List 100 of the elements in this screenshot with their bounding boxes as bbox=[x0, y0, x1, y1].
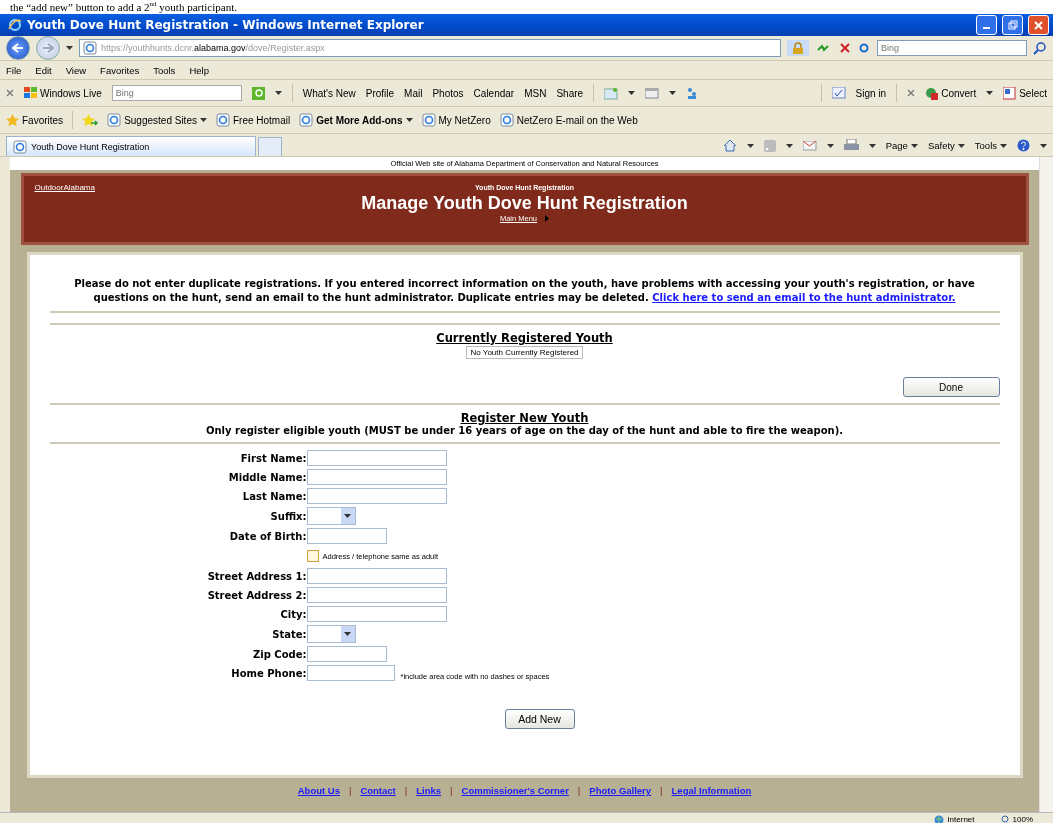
close-icon[interactable] bbox=[6, 89, 14, 97]
dropdown-caret-icon[interactable] bbox=[274, 91, 282, 95]
restore-button[interactable] bbox=[1002, 15, 1023, 35]
toolbar-link[interactable]: Share bbox=[556, 87, 584, 99]
windows-live-button[interactable]: Windows Live bbox=[24, 87, 102, 99]
toolbar-link[interactable]: Profile bbox=[365, 87, 395, 99]
footer-link[interactable]: Legal Information bbox=[671, 785, 752, 796]
add-favorite-icon[interactable] bbox=[82, 113, 99, 127]
mail-icon[interactable] bbox=[802, 140, 817, 151]
search-field[interactable]: Bing bbox=[877, 40, 1027, 56]
page-icon bbox=[83, 41, 97, 55]
padlock-icon bbox=[787, 40, 809, 56]
minimize-button[interactable] bbox=[976, 15, 997, 35]
search-field[interactable]: Bing bbox=[111, 85, 242, 101]
input-field[interactable] bbox=[306, 450, 447, 466]
input-field[interactable] bbox=[306, 488, 447, 504]
dropdown-caret-icon[interactable] bbox=[1000, 143, 1007, 148]
favorites-link[interactable]: Get More Add-ons bbox=[299, 113, 413, 127]
window-title: Youth Dove Hunt Registration - Windows Internet Explorer bbox=[27, 18, 425, 32]
dropdown-caret-icon[interactable] bbox=[405, 118, 413, 122]
input-field[interactable] bbox=[306, 528, 387, 544]
people-icon[interactable] bbox=[686, 86, 699, 100]
toolbar-link[interactable]: What's New bbox=[302, 87, 356, 99]
page-icon bbox=[299, 113, 314, 127]
dropdown-caret-icon[interactable] bbox=[986, 91, 994, 95]
back-button[interactable] bbox=[6, 36, 30, 60]
window-icon[interactable] bbox=[645, 87, 660, 99]
footer-link[interactable]: Photo Gallery bbox=[589, 785, 652, 796]
home-link[interactable]: OutdoorAlabama bbox=[34, 183, 95, 192]
email-link[interactable]: Click here to send an email to the hunt administrator. bbox=[652, 292, 956, 303]
dropdown-caret-icon[interactable] bbox=[344, 632, 351, 636]
dropdown-caret-icon[interactable] bbox=[628, 91, 636, 95]
dropdown-caret-icon[interactable] bbox=[344, 514, 351, 518]
checkmark-icon[interactable] bbox=[831, 87, 846, 99]
input-field[interactable] bbox=[306, 568, 447, 584]
printer-icon[interactable] bbox=[843, 139, 859, 152]
input-field[interactable] bbox=[306, 606, 447, 622]
menu-item[interactable]: View bbox=[65, 64, 87, 76]
scrollbar[interactable] bbox=[1039, 157, 1053, 812]
input-field[interactable] bbox=[306, 469, 447, 485]
favorites-link[interactable]: My NetZero bbox=[421, 113, 491, 127]
dropdown-caret-icon[interactable] bbox=[746, 143, 754, 148]
favorites-link[interactable]: NetZero E-mail on the Web bbox=[499, 113, 638, 127]
dropdown-caret-icon[interactable] bbox=[1040, 143, 1047, 148]
search-icon[interactable] bbox=[1033, 41, 1047, 55]
input-field[interactable] bbox=[306, 646, 387, 662]
zoom-level[interactable]: 100% bbox=[1000, 815, 1033, 823]
link-separator: | bbox=[404, 785, 408, 796]
home-icon[interactable] bbox=[722, 139, 737, 152]
toolbar-link[interactable]: MSN bbox=[524, 87, 547, 99]
menu-item[interactable]: Favorites bbox=[100, 64, 140, 76]
favorites-link[interactable]: Suggested Sites bbox=[107, 113, 207, 127]
triangle-icon bbox=[545, 215, 550, 222]
photo-icon[interactable] bbox=[604, 86, 619, 100]
selection-icon bbox=[1003, 86, 1017, 100]
menu-item[interactable]: Tools bbox=[153, 64, 176, 76]
toolbar-link[interactable]: Photos bbox=[432, 87, 464, 99]
toolbar-link[interactable]: Mail bbox=[404, 87, 423, 99]
convert-button[interactable]: Convert bbox=[925, 86, 977, 100]
footer-link[interactable]: Contact bbox=[360, 785, 396, 796]
input-field[interactable] bbox=[306, 665, 395, 681]
address-bar[interactable]: https://youthhunts.dcnr.alabama.gov/dove/Register.aspx bbox=[79, 39, 781, 57]
command-menu[interactable]: Safety bbox=[927, 140, 965, 151]
field-label: State: bbox=[271, 628, 307, 640]
input-field[interactable] bbox=[306, 587, 447, 603]
field-label: Last Name: bbox=[241, 490, 307, 502]
dropdown-caret-icon[interactable] bbox=[669, 91, 677, 95]
command-menu[interactable]: Tools bbox=[974, 140, 1007, 151]
favorites-button[interactable]: Favorites bbox=[6, 113, 64, 127]
favorites-link[interactable]: Free Hotmail bbox=[215, 113, 291, 127]
checkbox[interactable] bbox=[306, 550, 319, 562]
notice-text: Please do not enter duplicate registrations. If you entered incorrect information on the youth, have problems with accessing your youth's registration, or have questions on the hunt, send an email to the hunt administrator. Duplicate entries may be deleted. Click here to send an email to the hunt administrator. bbox=[73, 277, 976, 305]
menu-item[interactable]: Edit bbox=[35, 64, 52, 76]
menu-item[interactable]: File bbox=[6, 64, 22, 76]
command-menu[interactable]: Page bbox=[885, 140, 918, 151]
footer-link[interactable]: About Us bbox=[297, 785, 340, 796]
page-title: Manage Youth Dove Hunt Registration bbox=[361, 193, 688, 214]
footer-link[interactable]: Commissioner's Corner bbox=[461, 785, 569, 796]
dropdown-caret-icon[interactable] bbox=[199, 118, 207, 122]
toolbar-link[interactable]: Calendar bbox=[473, 87, 515, 99]
close-icon[interactable] bbox=[907, 89, 916, 97]
close-button[interactable] bbox=[1028, 15, 1049, 35]
forward-button[interactable] bbox=[36, 36, 60, 60]
done-button[interactable]: Done bbox=[902, 377, 1000, 397]
select-button[interactable]: Select bbox=[1003, 86, 1047, 100]
sign-in-link[interactable]: Sign in bbox=[855, 87, 887, 99]
browser-tab[interactable]: Youth Dove Hunt Registration bbox=[6, 136, 256, 156]
search-engine-icon bbox=[859, 43, 871, 53]
dropdown-caret-icon[interactable] bbox=[868, 143, 876, 148]
add-new-button[interactable]: Add New bbox=[504, 709, 575, 729]
footer-link[interactable]: Links bbox=[416, 785, 442, 796]
dropdown-caret-icon[interactable] bbox=[910, 143, 918, 148]
empty-message: No Youth Currently Registered bbox=[466, 346, 583, 359]
help-icon[interactable] bbox=[1017, 139, 1030, 152]
dropdown-caret-icon[interactable] bbox=[785, 143, 793, 148]
dropdown-caret-icon[interactable] bbox=[957, 143, 965, 148]
menu-item[interactable]: Help bbox=[189, 64, 209, 76]
dropdown-caret-icon[interactable] bbox=[826, 143, 834, 148]
dropdown-caret-icon[interactable] bbox=[66, 46, 73, 50]
search-icon[interactable] bbox=[251, 86, 265, 100]
